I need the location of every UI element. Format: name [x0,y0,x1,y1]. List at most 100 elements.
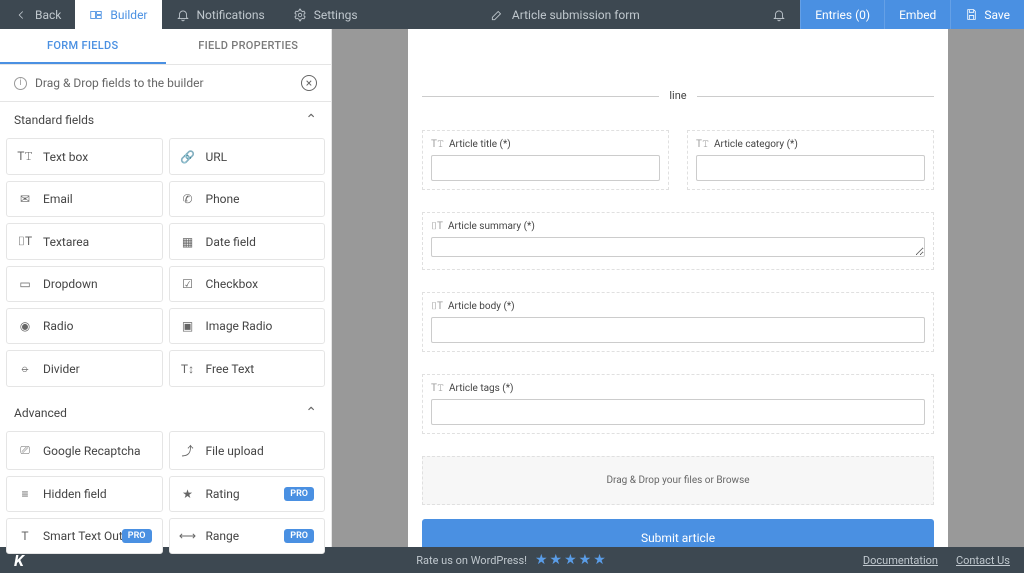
chevron-left-icon [14,8,28,22]
field-type-item[interactable]: ✉ Email [6,181,163,217]
field-type-item[interactable]: ⎚ Google Recaptcha [6,431,163,470]
embed-button[interactable]: Embed [884,0,950,29]
field-article-body[interactable]: ⌷TArticle body (*) [422,292,934,352]
field-type-label: Google Recaptcha [43,444,141,458]
submit-button[interactable]: Submit article [422,519,934,547]
contact-link[interactable]: Contact Us [956,554,1010,567]
rate-text: Rate us on WordPress! [416,554,527,567]
drag-hint-text: Drag & Drop fields to the builder [35,76,204,90]
field-type-item[interactable]: ⦵ Divider [6,350,163,387]
canvas-area: line T𝚃Article title (*) T𝚃Article categ… [332,29,1024,547]
field-type-item[interactable]: ⌷TTextarea [6,223,163,260]
article-body-input[interactable] [431,317,925,343]
field-type-item[interactable]: 🔗 URL [169,138,326,175]
field-type-item[interactable]: ▣Image Radio [169,308,326,344]
field-type-label: Divider [43,362,80,376]
field-type-icon: T [17,529,33,543]
article-category-input[interactable] [696,155,925,181]
field-type-icon: 🔗 [180,150,196,164]
field-type-label: Textarea [43,235,89,249]
field-type-icon: T𝚃 [17,149,33,164]
pro-badge: PRO [284,487,314,501]
textarea-icon: ⌷T [431,221,443,232]
field-type-icon: ⟷ [180,529,196,543]
bell-icon [176,8,190,22]
bell-icon [772,8,786,22]
field-type-item[interactable]: ⟷RangePRO [169,518,326,554]
sidebar: FORM FIELDS FIELD PROPERTIES i Drag & Dr… [0,29,332,547]
field-type-label: Date field [206,235,256,249]
standard-fields-label: Standard fields [14,113,94,127]
field-type-label: Email [43,192,73,206]
field-type-icon: ✆ [180,192,196,206]
text-icon: T𝚃 [696,139,709,150]
field-type-label: Rating [206,487,240,501]
field-type-item[interactable]: TSmart Text OutputPRO [6,518,163,554]
save-button[interactable]: Save [950,0,1024,29]
field-type-item[interactable]: ⤴File upload [169,431,326,470]
field-type-item[interactable]: T↕Free Text [169,350,326,387]
field-type-item[interactable]: ≡Hidden field [6,476,163,512]
settings-tab[interactable]: Settings [279,0,372,29]
field-type-label: Phone [206,192,240,206]
info-icon: i [14,77,27,90]
back-label: Back [35,8,61,22]
field-type-item[interactable]: ☑ Checkbox [169,266,326,302]
chevron-up-icon: ⌃ [305,405,317,421]
field-article-title[interactable]: T𝚃Article title (*) [422,130,669,190]
field-type-icon: ⦵ [17,361,33,376]
entries-button[interactable]: Entries (0) [800,0,884,29]
file-dropzone[interactable]: Drag & Drop your files or Browse [422,456,934,505]
tab-field-properties[interactable]: FIELD PROPERTIES [166,29,332,64]
field-type-item[interactable]: ◉Radio [6,308,163,344]
form-title-area[interactable]: Article submission form [372,0,759,29]
field-article-tags[interactable]: T𝚃Article tags (*) [422,374,934,434]
field-type-icon: ▭ [17,277,33,291]
article-summary-input[interactable] [431,237,925,257]
notifications-tab[interactable]: Notifications [162,0,279,29]
field-type-label: Text box [43,150,88,164]
alert-bell[interactable] [758,0,800,29]
field-type-label: Image Radio [206,319,273,333]
text-icon: T𝚃 [431,383,444,394]
standard-fields-header[interactable]: Standard fields ⌃ [0,102,331,138]
builder-icon [89,8,103,22]
field-type-icon: ✉ [17,192,33,206]
pro-badge: PRO [284,529,314,543]
save-icon [965,8,978,21]
chevron-up-icon: ⌃ [305,112,317,128]
pro-badge: PRO [122,529,152,543]
builder-tab[interactable]: Builder [75,0,161,29]
field-type-item[interactable]: ▭Dropdown [6,266,163,302]
field-type-icon: ☑ [180,277,196,291]
documentation-link[interactable]: Documentation [863,554,938,567]
star-rating[interactable]: ★★★★★ [535,552,608,568]
field-type-icon: ⎚ [17,443,33,458]
edit-icon [490,8,504,22]
form-divider[interactable]: line [422,89,934,102]
form-title: Article submission form [512,8,640,22]
field-type-item[interactable]: ▦Date field [169,223,326,260]
field-type-item[interactable]: T𝚃 Text box [6,138,163,175]
field-article-category[interactable]: T𝚃Article category (*) [687,130,934,190]
tab-form-fields[interactable]: FORM FIELDS [0,29,166,64]
embed-label: Embed [899,8,936,22]
gear-icon [293,8,307,22]
field-type-label: URL [206,150,228,164]
form-preview: line T𝚃Article title (*) T𝚃Article categ… [408,29,948,547]
article-tags-input[interactable] [431,399,925,425]
field-type-item[interactable]: ✆ Phone [169,181,326,217]
field-type-icon: ≡ [17,487,33,501]
field-type-label: Checkbox [206,277,259,291]
notifications-label: Notifications [197,8,265,22]
advanced-fields-header[interactable]: Advanced ⌃ [0,395,331,431]
advanced-fields-label: Advanced [14,406,67,420]
drag-hint-row: i Drag & Drop fields to the builder × [0,65,331,102]
back-button[interactable]: Back [0,0,75,29]
field-article-summary[interactable]: ⌷TArticle summary (*) [422,212,934,270]
article-title-input[interactable] [431,155,660,181]
field-type-item[interactable]: ★RatingPRO [169,476,326,512]
close-hint-button[interactable]: × [301,75,317,91]
field-type-icon: ◉ [17,319,33,333]
field-type-label: File upload [206,444,264,458]
